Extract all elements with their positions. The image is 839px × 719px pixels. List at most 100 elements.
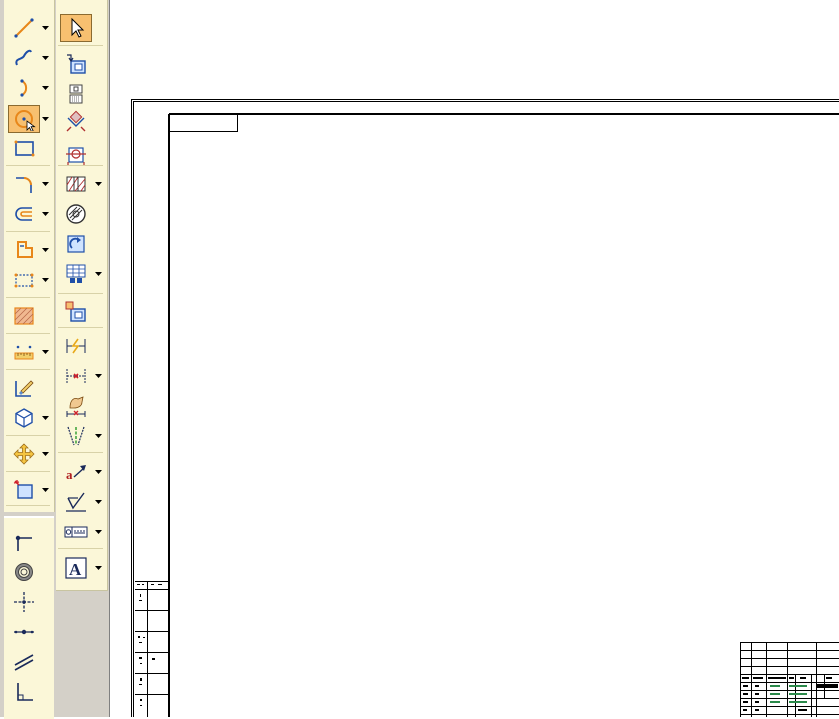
toolbar-area: aA xyxy=(0,0,109,717)
toolbar-separator xyxy=(58,45,103,46)
table-icon xyxy=(64,262,88,286)
frame-tool-button[interactable] xyxy=(8,476,40,504)
ruler-tool-button[interactable] xyxy=(8,338,40,366)
left-margin-table xyxy=(135,581,169,717)
ring-icon xyxy=(12,560,36,584)
text-tool-dropdown-arrow[interactable] xyxy=(94,564,102,572)
linear-dimension-tool-dropdown-arrow[interactable] xyxy=(94,372,102,380)
select-tool-button[interactable] xyxy=(60,14,92,42)
centerline-tool-button[interactable] xyxy=(8,528,40,556)
hatch-tool-button[interactable] xyxy=(8,302,40,330)
surface-texture-icon xyxy=(64,490,88,514)
sheet-outer-border xyxy=(132,100,839,718)
section-view-icon xyxy=(64,142,88,166)
drawing-views-toolbar: aA xyxy=(56,0,108,591)
view-3d-tool-button[interactable] xyxy=(8,404,40,432)
annotation-toolbar xyxy=(4,516,54,719)
smart-dimension-tool-button[interactable] xyxy=(60,332,92,360)
section-view-tool-button[interactable] xyxy=(60,140,92,168)
circle-tool-dropdown-arrow[interactable] xyxy=(41,115,49,123)
rotate-view-icon xyxy=(64,232,88,256)
circle-icon xyxy=(12,107,36,131)
line-icon xyxy=(12,16,36,40)
drawing-number-box xyxy=(170,115,238,132)
move-tool-button[interactable] xyxy=(8,440,40,468)
center-mark-tool-button[interactable] xyxy=(8,588,40,616)
fillet-tool-dropdown-arrow[interactable] xyxy=(41,180,49,188)
drawing-canvas[interactable] xyxy=(110,0,839,717)
smart-dimension-icon xyxy=(64,334,88,358)
line-tool-button[interactable] xyxy=(8,14,40,42)
sheet-outer-border-inner xyxy=(134,102,839,718)
parallel-lines-tool-button[interactable] xyxy=(8,648,40,676)
angle-dimension-tool-button[interactable] xyxy=(60,422,92,450)
curve-tool-button[interactable] xyxy=(8,44,40,72)
table-tool-button[interactable] xyxy=(60,260,92,288)
ruler-tool-dropdown-arrow[interactable] xyxy=(41,348,49,356)
draw-toolbar xyxy=(4,0,55,512)
callout-icon: a xyxy=(64,460,88,484)
polygon-tool-dropdown-arrow[interactable] xyxy=(41,246,49,254)
fillet-tool-button[interactable] xyxy=(8,170,40,198)
offset-tool-dropdown-arrow[interactable] xyxy=(41,210,49,218)
feature-control-frame-tool-button[interactable] xyxy=(60,518,92,546)
frame-icon xyxy=(12,478,36,502)
rotate-view-tool-button[interactable] xyxy=(60,230,92,258)
toolbar-separator xyxy=(6,505,50,506)
pattern-icon xyxy=(12,268,36,292)
bolt-circle-tool-button[interactable] xyxy=(8,558,40,586)
view-base-tool-button[interactable] xyxy=(60,50,92,78)
perpendicular-tool-button[interactable] xyxy=(8,678,40,706)
table-tool-dropdown-arrow[interactable] xyxy=(94,270,102,278)
feature-control-icon xyxy=(64,520,88,544)
rectangle-icon xyxy=(12,136,36,160)
callout-tool-button[interactable]: a xyxy=(60,458,92,486)
svg-text:a: a xyxy=(66,467,73,482)
frame-tool-dropdown-arrow[interactable] xyxy=(41,486,49,494)
cursor-arrow-icon xyxy=(64,16,88,40)
offset-tool-button[interactable] xyxy=(8,200,40,228)
polygon-tool-button[interactable] xyxy=(8,236,40,264)
text-tool-button[interactable]: A xyxy=(60,554,92,582)
base-view-icon xyxy=(64,52,88,76)
angle-dimension-icon xyxy=(64,424,88,448)
detail-view-tool-button[interactable] xyxy=(60,200,92,228)
layout-view-tool-button[interactable] xyxy=(60,298,92,326)
spline-icon xyxy=(12,46,36,70)
view-3d-tool-dropdown-arrow[interactable] xyxy=(41,414,49,422)
toolbar-separator xyxy=(6,231,50,232)
hatch-icon xyxy=(12,304,36,328)
surface-texture-tool-button[interactable] xyxy=(60,488,92,516)
toolbar-separator xyxy=(6,165,50,166)
break-view-icon xyxy=(64,172,88,196)
axis-tool-button[interactable] xyxy=(8,618,40,646)
line-tool-dropdown-arrow[interactable] xyxy=(41,24,49,32)
callout-tool-dropdown-arrow[interactable] xyxy=(94,468,102,476)
title-block xyxy=(740,642,839,717)
break-view-tool-button[interactable] xyxy=(60,170,92,198)
rectangle-tool-button[interactable] xyxy=(8,134,40,162)
view-projection-tool-button[interactable] xyxy=(60,80,92,108)
break-view-tool-dropdown-arrow[interactable] xyxy=(94,180,102,188)
arc-tool-button[interactable] xyxy=(8,74,40,102)
feature-control-frame-tool-dropdown-arrow[interactable] xyxy=(94,528,102,536)
retrieve-dimension-tool-button[interactable] xyxy=(60,392,92,420)
center-mark-icon xyxy=(12,590,36,614)
toolbar-separator xyxy=(58,293,103,294)
pattern-tool-dropdown-arrow[interactable] xyxy=(41,276,49,284)
toolbar-separator xyxy=(58,165,103,166)
pattern-tool-button[interactable] xyxy=(8,266,40,294)
linear-dimension-tool-button[interactable] xyxy=(60,362,92,390)
centerline-icon xyxy=(12,530,36,554)
move-tool-dropdown-arrow[interactable] xyxy=(41,450,49,458)
surface-texture-tool-dropdown-arrow[interactable] xyxy=(94,498,102,506)
perpendicular-icon xyxy=(12,680,36,704)
angle-dimension-tool-dropdown-arrow[interactable] xyxy=(94,432,102,440)
circle-tool-button[interactable] xyxy=(8,105,40,133)
arc-icon xyxy=(12,76,36,100)
auxiliary-view-tool-button[interactable] xyxy=(60,108,92,136)
curve-tool-dropdown-arrow[interactable] xyxy=(41,54,49,62)
toolbar-separator xyxy=(6,333,50,334)
arc-tool-dropdown-arrow[interactable] xyxy=(41,84,49,92)
paint-tool-button[interactable] xyxy=(8,374,40,402)
